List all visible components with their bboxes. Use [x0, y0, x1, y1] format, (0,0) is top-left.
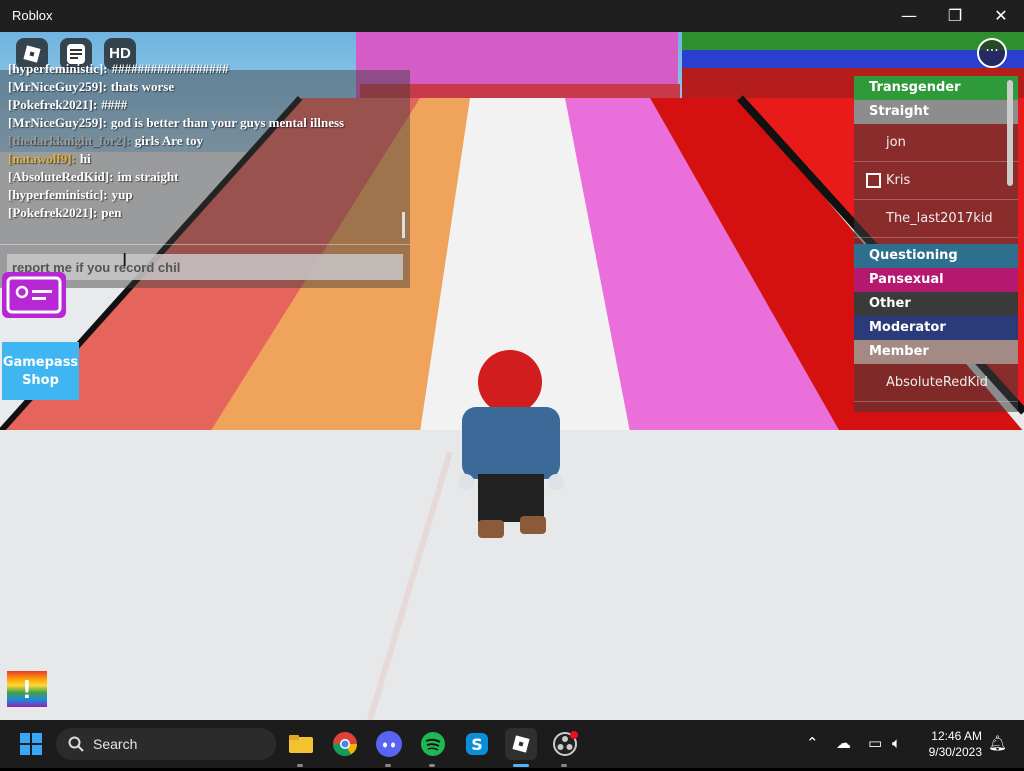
- minimize-button[interactable]: —: [886, 0, 932, 32]
- id-card-button[interactable]: [2, 272, 66, 318]
- chat-divider: [0, 244, 410, 245]
- player-name: Kris: [886, 173, 911, 188]
- team-transgender[interactable]: Transgender: [854, 76, 1018, 100]
- chat-line: [natawolf9]: hi: [8, 150, 398, 168]
- taskbar-search[interactable]: Search: [56, 728, 276, 760]
- windows-start-button[interactable]: [20, 733, 42, 755]
- chat-line: [Pokefrek2021]: ####: [8, 96, 398, 114]
- player-list: Transgender Straight jon Kris The_last20…: [854, 76, 1018, 412]
- chat-text: ####: [101, 97, 128, 112]
- close-button[interactable]: ✕: [978, 0, 1024, 32]
- chat-username[interactable]: [Pokefrek2021]:: [8, 205, 97, 220]
- player-list-scrollbar[interactable]: [1007, 80, 1013, 186]
- text-cursor-icon: Ⅰ: [122, 250, 128, 271]
- chat-line: [MrNiceGuy259]: thats worse: [8, 78, 398, 96]
- chat-text: yup: [111, 187, 133, 202]
- team-member[interactable]: Member: [854, 340, 1018, 364]
- taskbar: Search S ⌃ ☁ ▭ 🔈︎ 🔔︎ 12:46 AM 9/30/2023: [0, 720, 1024, 768]
- chat-text: god is better than your guys mental illn…: [110, 115, 345, 130]
- clock-time: 12:46 AM: [931, 729, 982, 743]
- onedrive-icon[interactable]: ☁: [836, 734, 851, 752]
- gamepass-shop-button[interactable]: Gamepass Shop: [2, 342, 79, 400]
- volume-icon[interactable]: 🔈︎: [892, 734, 901, 752]
- chat-text: hi: [79, 151, 91, 166]
- team-other[interactable]: Other: [854, 292, 1018, 316]
- player-row[interactable]: jon: [854, 124, 1018, 162]
- team-pansexual[interactable]: Pansexual: [854, 268, 1018, 292]
- chat-input-box[interactable]: [7, 254, 403, 280]
- shop-label: Shop: [22, 373, 59, 388]
- network-icon[interactable]: ▭: [868, 734, 882, 752]
- chat-username[interactable]: [natawolf9]:: [8, 151, 76, 166]
- search-icon: [68, 736, 84, 752]
- chat-scrollbar[interactable]: [402, 212, 405, 238]
- chat-window: [hyperfeministic]: ################## [Mr…: [0, 61, 410, 288]
- search-label: Search: [93, 736, 138, 752]
- restore-button[interactable]: ❐: [932, 0, 978, 32]
- gamepass-label: Gamepass: [2, 355, 79, 370]
- player-row[interactable]: Kris: [854, 162, 1018, 200]
- chat-messages: [hyperfeministic]: ################## [Mr…: [8, 60, 398, 232]
- roblox-taskbar-icon[interactable]: [505, 728, 537, 767]
- player-name: jon: [886, 135, 906, 150]
- chevron-up-icon[interactable]: ⌃: [806, 734, 819, 752]
- skype-icon[interactable]: S: [461, 728, 493, 760]
- chat-text: girls Are toy: [134, 133, 204, 148]
- chat-line: [thedarkknight_for2]: girls Are toy: [8, 132, 398, 150]
- file-explorer-icon[interactable]: [285, 728, 317, 767]
- taskbar-clock[interactable]: 12:46 AM 9/30/2023: [912, 728, 982, 760]
- chat-text: ##################: [111, 61, 229, 76]
- player-name: AbsoluteRedKid: [886, 375, 988, 390]
- chrome-icon[interactable]: [329, 728, 361, 760]
- chat-text: thats worse: [110, 79, 175, 94]
- spotify-icon[interactable]: [417, 728, 449, 767]
- chat-username[interactable]: [thedarkknight_for2]:: [8, 133, 131, 148]
- game-viewport[interactable]: HD [hyperfeministic]: ################## …: [0, 32, 1024, 720]
- chat-line: [AbsoluteRedKid]: im straight: [8, 168, 398, 186]
- window-titlebar: Roblox — ❐ ✕: [0, 0, 1024, 32]
- chat-line: [Pokefrek2021]: pen: [8, 204, 398, 222]
- id-card-icon: [6, 276, 62, 314]
- discord-icon[interactable]: [373, 728, 405, 767]
- blue-wall-stripe: [682, 50, 1024, 68]
- chat-username[interactable]: [Pokefrek2021]:: [8, 97, 97, 112]
- obs-icon[interactable]: [549, 728, 581, 767]
- team-moderator[interactable]: Moderator: [854, 316, 1018, 340]
- premium-icon: [866, 173, 881, 188]
- chat-username[interactable]: [hyperfeministic]:: [8, 187, 108, 202]
- chat-input[interactable]: [7, 254, 403, 280]
- chat-line: [hyperfeministic]: ##################: [8, 60, 398, 78]
- window-title: Roblox: [12, 8, 53, 23]
- player-row[interactable]: The_last2017kid: [854, 200, 1018, 238]
- player-name: The_last2017kid: [886, 211, 993, 226]
- player-row[interactable]: AbsoluteRedKid: [854, 364, 1018, 402]
- chat-text: pen: [101, 205, 122, 220]
- rainbow-alert-button[interactable]: !: [7, 671, 47, 707]
- green-wall-stripe: [682, 32, 1024, 50]
- chat-text: im straight: [117, 169, 179, 184]
- chat-username[interactable]: [AbsoluteRedKid]:: [8, 169, 113, 184]
- chat-line: [hyperfeministic]: yup: [8, 186, 398, 204]
- svg-text:S: S: [471, 735, 483, 754]
- team-straight[interactable]: Straight: [854, 100, 1018, 124]
- chat-username[interactable]: [hyperfeministic]:: [8, 61, 108, 76]
- chat-username[interactable]: [MrNiceGuy259]:: [8, 79, 107, 94]
- notification-bell-icon[interactable]: 🔔︎: [988, 734, 1007, 752]
- chat-username[interactable]: [MrNiceGuy259]:: [8, 115, 107, 130]
- team-questioning[interactable]: Questioning: [854, 244, 1018, 268]
- more-options-button[interactable]: ···: [977, 38, 1007, 68]
- clock-date: 9/30/2023: [928, 745, 982, 759]
- chat-line: [MrNiceGuy259]: god is better than your g…: [8, 114, 398, 132]
